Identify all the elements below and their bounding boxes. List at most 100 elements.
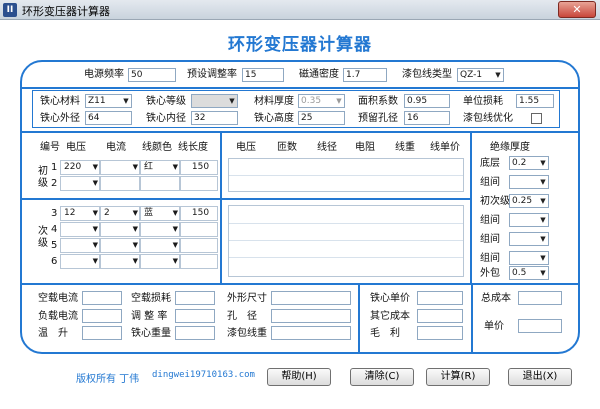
- chevron-down-icon: ▼: [540, 254, 546, 262]
- unit-price-field[interactable]: [518, 319, 562, 333]
- color-select[interactable]: ▼: [140, 254, 180, 269]
- length-field[interactable]: [180, 176, 218, 191]
- calc-button[interactable]: 计算(R): [426, 368, 490, 386]
- material-select[interactable]: Z11 ▼: [85, 94, 132, 108]
- length-field[interactable]: [180, 238, 218, 253]
- inner-field[interactable]: 32: [191, 111, 238, 125]
- current-select[interactable]: ▼: [100, 222, 140, 237]
- res-header-unit-price: 线单价: [430, 142, 460, 153]
- adj-field[interactable]: 15: [242, 68, 284, 82]
- other-cost-label: 其它成本: [370, 311, 410, 322]
- help-button[interactable]: 帮助(H): [267, 368, 331, 386]
- voltage-select[interactable]: ▼: [60, 238, 100, 253]
- color-select[interactable]: 蓝 ▼: [140, 206, 180, 221]
- voltage-select[interactable]: 12 ▼: [60, 206, 100, 221]
- voltage-select[interactable]: ▼: [60, 176, 100, 191]
- col-header-no: 编号: [40, 142, 60, 153]
- row-no: 1: [51, 162, 58, 173]
- chevron-down-icon: ▼: [336, 97, 342, 105]
- core-price-field[interactable]: [417, 291, 463, 305]
- length-field[interactable]: 150: [180, 206, 218, 221]
- ins-select[interactable]: 0.5 ▼: [509, 266, 549, 280]
- chevron-down-icon: ▼: [92, 225, 98, 233]
- length-field[interactable]: [180, 222, 218, 237]
- color-select[interactable]: 红 ▼: [140, 160, 180, 175]
- chevron-down-icon: ▼: [132, 257, 138, 265]
- core-price-label: 铁心单价: [370, 293, 410, 304]
- color-select[interactable]: ▼: [140, 222, 180, 237]
- color-select[interactable]: ▼: [140, 238, 180, 253]
- color-select[interactable]: [140, 176, 180, 191]
- ins-select[interactable]: 0.2 ▼: [509, 156, 549, 170]
- hole-dia-field[interactable]: [271, 309, 351, 323]
- ins-select[interactable]: ▼: [509, 213, 549, 227]
- voltage-select[interactable]: ▼: [60, 254, 100, 269]
- voltage-value: 12: [64, 208, 76, 218]
- other-cost-field[interactable]: [417, 309, 463, 323]
- length-field[interactable]: [180, 254, 218, 269]
- ins-select[interactable]: ▼: [509, 232, 549, 246]
- app-title: 环形变压器计算器: [228, 35, 372, 55]
- total-cost-label: 总成本: [481, 293, 511, 304]
- current-value: 2: [104, 208, 110, 218]
- flux-field[interactable]: 1.7: [343, 68, 387, 82]
- app-window: II 环形变压器计算器 ✕ 环形变压器计算器 电源频率 50 预设调整率 15 …: [0, 0, 600, 409]
- wire-type-select[interactable]: QZ-1 ▼: [457, 68, 504, 82]
- voltage-select[interactable]: 220 ▼: [60, 160, 100, 175]
- chevron-down-icon: ▼: [132, 163, 138, 171]
- voltage-select[interactable]: ▼: [60, 222, 100, 237]
- chevron-down-icon: ▼: [172, 225, 178, 233]
- current-select[interactable]: [100, 176, 140, 191]
- noload-loss-field[interactable]: [175, 291, 215, 305]
- temp-rise-field[interactable]: [82, 326, 122, 340]
- unit-loss-field[interactable]: 1.55: [516, 94, 554, 108]
- divider-sum-v1: [358, 283, 360, 353]
- regulation-field[interactable]: [175, 309, 215, 323]
- hole-field[interactable]: 16: [404, 111, 450, 125]
- grade-select[interactable]: ▼: [191, 94, 238, 108]
- total-cost-field[interactable]: [518, 291, 562, 305]
- clear-button[interactable]: 清除(C): [350, 368, 414, 386]
- col-header-color: 线颜色: [142, 142, 172, 153]
- insulation-title: 绝缘厚度: [490, 142, 530, 153]
- area-coef-field[interactable]: 0.95: [404, 94, 450, 108]
- results-grid-primary: [228, 158, 464, 192]
- chevron-down-icon: ▼: [172, 163, 178, 171]
- height-label: 铁心高度: [254, 113, 294, 124]
- current-select[interactable]: ▼: [100, 160, 140, 175]
- thick-value: 0.35: [301, 96, 322, 106]
- wire-weight-field[interactable]: [271, 326, 351, 340]
- ins-select[interactable]: 0.25 ▼: [509, 194, 549, 208]
- exit-button[interactable]: 退出(X): [508, 368, 572, 386]
- adj-label: 预设调整率: [187, 69, 237, 80]
- flux-label: 磁通密度: [299, 69, 339, 80]
- opt-checkbox[interactable]: [531, 113, 542, 124]
- res-header-turns: 匝数: [277, 142, 297, 153]
- length-field[interactable]: 150: [180, 160, 218, 175]
- outer-field[interactable]: 64: [85, 111, 132, 125]
- core-weight-field[interactable]: [175, 326, 215, 340]
- load-current-field[interactable]: [82, 309, 122, 323]
- current-select[interactable]: ▼: [100, 238, 140, 253]
- hole-dia-label: 孔 径: [227, 311, 257, 322]
- wire-type-label: 漆包线类型: [402, 69, 452, 80]
- current-select[interactable]: ▼: [100, 254, 140, 269]
- divider-top: [20, 87, 580, 89]
- outer-size-field[interactable]: [271, 291, 351, 305]
- close-button[interactable]: ✕: [558, 1, 596, 18]
- height-field[interactable]: 25: [298, 111, 345, 125]
- noload-current-field[interactable]: [82, 291, 122, 305]
- chevron-down-icon: ▼: [540, 235, 546, 243]
- thick-select[interactable]: 0.35 ▼: [298, 94, 345, 108]
- email-text[interactable]: dingwei19710163.com: [152, 370, 255, 380]
- ins-select[interactable]: ▼: [509, 175, 549, 189]
- divider-winding-v2: [470, 131, 472, 283]
- color-value: 红: [144, 162, 154, 172]
- ins-select[interactable]: ▼: [509, 251, 549, 265]
- col-header-voltage: 电压: [66, 142, 86, 153]
- chevron-down-icon: ▼: [172, 257, 178, 265]
- current-select[interactable]: 2 ▼: [100, 206, 140, 221]
- chevron-down-icon: ▼: [123, 97, 129, 105]
- freq-field[interactable]: 50: [128, 68, 176, 82]
- gross-profit-field[interactable]: [417, 326, 463, 340]
